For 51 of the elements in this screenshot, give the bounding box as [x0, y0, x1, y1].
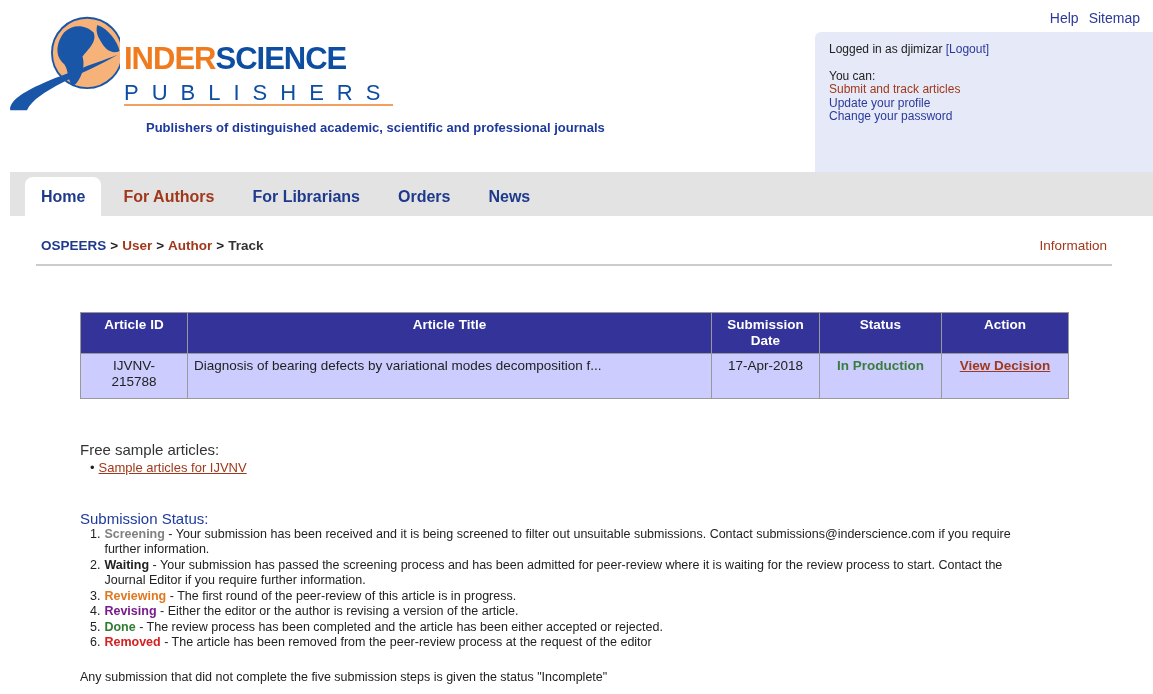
- status-text: In Production: [837, 358, 924, 374]
- nav-tab[interactable]: For Authors: [107, 177, 231, 216]
- status-description: Waiting - Your submission has passed the screening process and has been admitted for peer-review where it is waiting for the review process to start. Contact the Journal Editor if you require further information.: [104, 557, 1004, 589]
- column-header: Submission Date: [711, 312, 820, 354]
- list-number: 5.: [90, 619, 101, 636]
- bullet-marker: •: [90, 459, 95, 478]
- breadcrumb-item[interactable]: User: [122, 238, 153, 253]
- breadcrumb-item[interactable]: OSPEERS: [41, 238, 107, 253]
- nav-tab[interactable]: Orders: [382, 177, 467, 216]
- list-number: 3.: [90, 588, 101, 605]
- list-number: 2.: [90, 557, 101, 574]
- table-cell: 17-Apr-2018: [711, 353, 820, 399]
- breadcrumb-item: Track: [228, 238, 264, 253]
- list-number: 4.: [90, 604, 101, 620]
- panel-link[interactable]: Change your password: [829, 109, 953, 123]
- logo-text: SCIENCE: [215, 41, 347, 76]
- breadcrumb-separator: >: [216, 238, 225, 253]
- footnote-text: Any submission that did not complete the five submission steps is given the status "Incomplete": [80, 668, 609, 686]
- status-description: Revising - Either the editor or the author is revising a version of the article.: [104, 604, 519, 620]
- information-link[interactable]: Information: [1039, 236, 1107, 257]
- breadcrumb-item[interactable]: Author: [168, 238, 213, 253]
- logout-link[interactable]: [Logout]: [945, 42, 990, 56]
- section-heading: Free sample articles:: [80, 441, 221, 459]
- breadcrumb-separator: >: [156, 238, 165, 253]
- column-header: Article ID: [80, 312, 188, 354]
- status-description: Removed - The article has been removed from the peer-review process at the request of the editor: [104, 635, 652, 651]
- section-heading: Submission Status:: [80, 509, 210, 527]
- breadcrumb-separator: >: [110, 238, 119, 253]
- nav-tab[interactable]: News: [472, 177, 547, 216]
- logo-text: INDER: [124, 41, 216, 76]
- nav-tab[interactable]: Home: [25, 177, 102, 216]
- panel-link[interactable]: Update your profile: [829, 95, 931, 110]
- column-header: Action: [941, 312, 1069, 354]
- table-cell: Diagnosis of bearing defects by variational modes decomposition f...: [187, 353, 712, 399]
- status-description: Screening - Your submission has been received and it is being screened to filter out unsuitable submissions. Contact submissions@inderscience.com if you require further information.: [104, 526, 1012, 558]
- table-cell: IJVNV-215788: [80, 353, 188, 399]
- login-status: Logged in as djimizar: [829, 42, 943, 56]
- panel-link[interactable]: Submit and track articles: [829, 82, 961, 96]
- status-description: Done - The review process has been completed and the article has been either accepted or rejected.: [104, 619, 663, 636]
- nav-tab[interactable]: For Librarians: [236, 177, 376, 216]
- panel-label: You can:: [829, 69, 877, 83]
- logo-subtext: PUBLISHERS: [124, 82, 394, 106]
- status-description: Reviewing - The first round of the peer-review of this article is in progress.: [104, 588, 517, 605]
- column-header: Status: [819, 312, 942, 354]
- top-link[interactable]: Help: [1049, 8, 1079, 32]
- list-number: 1.: [90, 526, 101, 543]
- tagline: Publishers of distinguished academic, scientific and professional journals: [146, 119, 606, 137]
- top-link[interactable]: Sitemap: [1088, 8, 1140, 32]
- sample-link[interactable]: Sample articles for IJVNV: [98, 458, 247, 478]
- list-number: 6.: [90, 635, 101, 651]
- column-header: Article Title: [187, 312, 712, 354]
